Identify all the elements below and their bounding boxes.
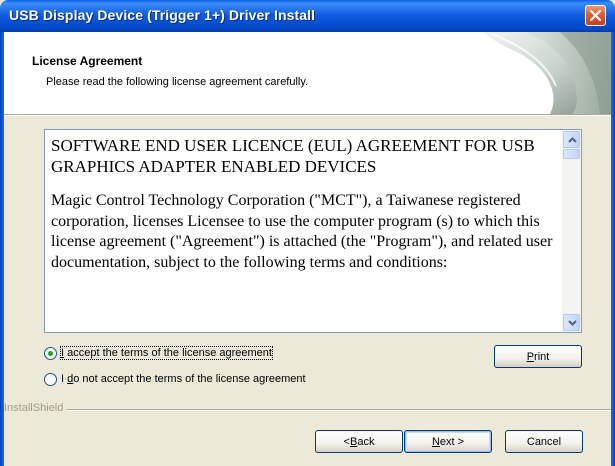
license-heading: SOFTWARE END USER LICENCE (EUL) AGREEMEN… <box>51 136 535 176</box>
header-title: License Agreement <box>32 54 143 68</box>
dialog-header: License Agreement Please read the follow… <box>4 32 611 114</box>
license-scrollbar[interactable] <box>562 130 581 332</box>
accept-option[interactable]: I accept the terms of the license agreem… <box>44 345 273 361</box>
decline-label[interactable]: I do not accept the terms of the license… <box>61 373 306 385</box>
back-button[interactable]: < Back <box>315 430 403 453</box>
installshield-divider <box>4 409 611 411</box>
scroll-down-icon <box>568 320 577 326</box>
license-body: Magic Control Technology Corporation ("M… <box>51 192 553 271</box>
header-separator <box>4 114 611 116</box>
close-icon <box>590 10 601 21</box>
next-button[interactable]: Next > <box>404 430 492 453</box>
scroll-up-button[interactable] <box>563 131 580 148</box>
scroll-thumb[interactable] <box>563 149 580 159</box>
print-button[interactable]: Print <box>494 345 582 368</box>
accept-label[interactable]: I accept the terms of the license agreem… <box>60 346 273 360</box>
window-title: USB Display Device (Trigger 1+) Driver I… <box>9 7 316 23</box>
scroll-down-button[interactable] <box>563 314 580 331</box>
decline-option[interactable]: I do not accept the terms of the license… <box>44 371 306 387</box>
accept-radio[interactable] <box>44 346 57 360</box>
installer-window: USB Display Device (Trigger 1+) Driver I… <box>0 0 615 466</box>
header-subtitle: Please read the following license agreem… <box>46 76 309 88</box>
window-frame-right <box>611 32 615 466</box>
installshield-label: InstallShield <box>4 402 68 414</box>
cancel-button[interactable]: Cancel <box>505 430 583 453</box>
scroll-up-icon <box>568 137 577 143</box>
license-text-area[interactable]: SOFTWARE END USER LICENCE (EUL) AGREEMEN… <box>44 129 582 333</box>
header-graphic-icon <box>482 32 611 114</box>
decline-radio[interactable] <box>44 372 57 386</box>
title-bar[interactable]: USB Display Device (Trigger 1+) Driver I… <box>0 0 615 32</box>
close-button[interactable] <box>585 5 606 26</box>
license-content: SOFTWARE END USER LICENCE (EUL) AGREEMEN… <box>51 136 559 287</box>
